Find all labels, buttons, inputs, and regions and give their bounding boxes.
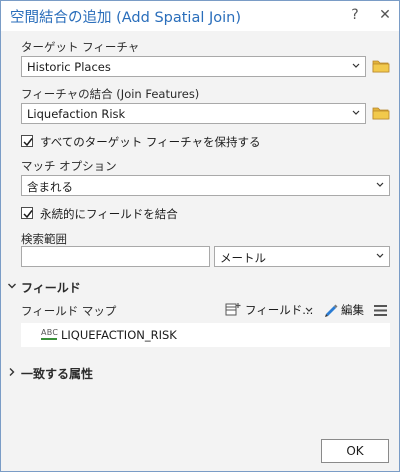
- search-radius-unit-value: メートル: [220, 251, 266, 265]
- chevron-down-icon: [352, 63, 360, 68]
- checkmark-icon: [23, 210, 33, 219]
- fields-section-header[interactable]: フィールド: [7, 279, 127, 295]
- permanent-join-checkbox[interactable]: 永続的にフィールドを結合: [21, 206, 271, 222]
- keep-all-targets-checkbox[interactable]: すべてのターゲット フィーチャを保持する: [21, 134, 321, 150]
- matching-attributes-section-title: 一致する属性: [21, 367, 94, 381]
- edit-label: 編集: [341, 303, 364, 317]
- target-features-label: ターゲット フィーチャ: [21, 40, 140, 54]
- join-features-value: Liquefaction Risk: [27, 107, 126, 121]
- title-bar: 空間結合の追加 (Add Spatial Join) ? ✕: [1, 1, 399, 31]
- folder-icon[interactable]: [372, 59, 390, 73]
- text-field-type-icon: ABC: [41, 328, 59, 337]
- menu-icon[interactable]: [373, 304, 388, 317]
- field-name: LIQUEFACTION_RISK: [61, 328, 177, 342]
- checkbox-box[interactable]: [21, 135, 33, 147]
- edit-button[interactable]: 編集: [323, 301, 367, 319]
- fields-section-title: フィールド: [21, 281, 81, 295]
- add-field-label: フィールド...: [245, 303, 314, 317]
- chevron-down-icon: [8, 283, 16, 289]
- help-button[interactable]: ?: [345, 5, 365, 25]
- dialog-title: 空間結合の追加 (Add Spatial Join): [10, 10, 242, 26]
- chevron-down-icon: [352, 110, 360, 115]
- match-option-value: 含まれる: [27, 180, 73, 194]
- chevron-down-icon: [305, 307, 313, 312]
- add-spatial-join-dialog: 空間結合の追加 (Add Spatial Join) ? ✕ ターゲット フィー…: [0, 0, 400, 472]
- ok-button[interactable]: OK: [321, 439, 389, 463]
- add-field-button[interactable]: フィールド...: [225, 301, 319, 319]
- permanent-join-label: 永続的にフィールドを結合: [40, 207, 178, 221]
- checkmark-icon: [23, 138, 33, 147]
- match-option-dropdown[interactable]: 含まれる: [21, 175, 390, 196]
- target-features-dropdown[interactable]: Historic Places: [21, 56, 366, 77]
- field-list-item[interactable]: ABC LIQUEFACTION_RISK: [21, 323, 390, 347]
- field-map-label: フィールド マップ: [21, 304, 117, 318]
- folder-icon[interactable]: [372, 106, 390, 120]
- chevron-down-icon: [376, 253, 384, 258]
- search-radius-label: 検索範囲: [21, 232, 67, 246]
- matching-attributes-section-header[interactable]: 一致する属性: [7, 365, 127, 381]
- chevron-right-icon: [9, 368, 15, 376]
- text-field-type-underline: [41, 338, 57, 340]
- checkbox-box[interactable]: [21, 207, 33, 219]
- pencil-icon: [325, 304, 338, 317]
- chevron-down-icon: [376, 182, 384, 187]
- search-radius-input[interactable]: [21, 246, 210, 267]
- keep-all-targets-label: すべてのターゲット フィーチャを保持する: [40, 135, 261, 149]
- join-features-label: フィーチャの結合 (Join Features): [21, 87, 200, 101]
- close-button[interactable]: ✕: [375, 5, 395, 25]
- join-features-dropdown[interactable]: Liquefaction Risk: [21, 103, 366, 124]
- match-option-label: マッチ オプション: [21, 159, 117, 173]
- add-field-icon: [225, 303, 241, 316]
- search-radius-unit-dropdown[interactable]: メートル: [214, 246, 390, 267]
- target-features-value: Historic Places: [27, 60, 111, 74]
